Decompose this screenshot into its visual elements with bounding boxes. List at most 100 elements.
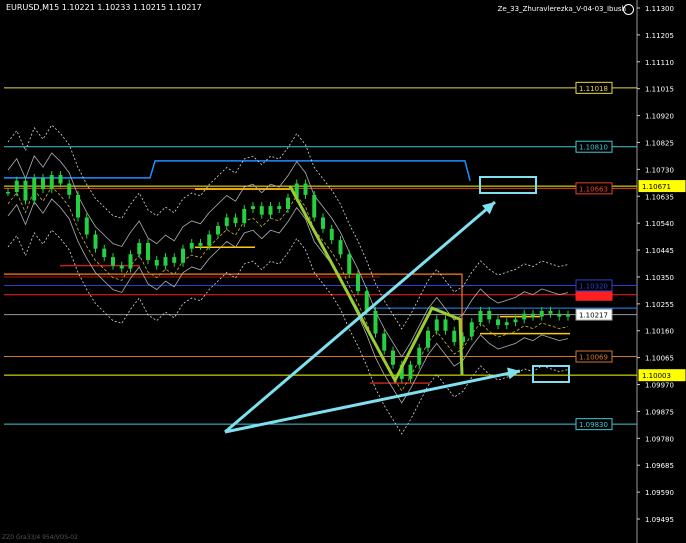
y-tick-label: 1.09685 (645, 462, 674, 470)
y-tick-label: 1.10350 (645, 274, 674, 282)
candle-body (251, 206, 255, 210)
candle-body (111, 257, 115, 266)
candle-body (189, 242, 194, 249)
y-tick-label: 1.10160 (645, 328, 674, 336)
candle-body (417, 347, 422, 365)
candle-body (303, 183, 308, 195)
symbol-info: EURUSD,M15 1.10221 1.10233 1.10215 1.102… (6, 3, 202, 12)
candle-body (277, 206, 282, 210)
candle-body (49, 175, 54, 190)
candle-body (119, 265, 124, 269)
level-label: 1.10287 (579, 292, 608, 300)
candle-body (329, 228, 334, 241)
candle-body (496, 319, 500, 326)
candle-body (154, 259, 159, 266)
y-tick-label: 1.10825 (645, 139, 674, 147)
candle-body (128, 254, 133, 269)
level-label: 1.11018 (579, 85, 608, 93)
candle-body (548, 310, 553, 314)
level-label: 1.10003 (642, 372, 671, 380)
candle-body (137, 242, 142, 255)
candle-body (557, 313, 562, 317)
candle-body (434, 319, 439, 331)
candle-body (539, 310, 544, 317)
y-tick-label: 1.10445 (645, 247, 674, 255)
candle-body (356, 274, 360, 292)
y-tick-label: 1.10730 (645, 166, 674, 174)
candle-body (84, 217, 89, 235)
y-tick-label: 1.09590 (645, 489, 674, 497)
y-tick-label: 1.09780 (645, 435, 674, 443)
candle-body (566, 314, 570, 317)
candle-body (242, 209, 247, 224)
candle-body (391, 350, 395, 365)
candle-body (198, 242, 203, 246)
candle-body (321, 217, 325, 229)
smiley-icon (623, 4, 634, 15)
candle-body (487, 310, 492, 320)
level-label: 1.10069 (579, 353, 608, 361)
y-tick-label: 1.11110 (645, 59, 674, 67)
candle-body (364, 291, 369, 311)
y-tick-label: 1.09875 (645, 408, 674, 416)
level-label: 1.10671 (642, 183, 671, 191)
y-tick-label: 1.11015 (645, 86, 674, 94)
level-label: 1.10663 (579, 185, 608, 193)
target-box-upper (479, 176, 537, 194)
candle-body (452, 330, 457, 343)
candle-body (522, 313, 527, 320)
band-outer-lower (7, 229, 569, 435)
candle-body (513, 319, 518, 323)
candle-body (347, 254, 352, 275)
price-chart[interactable]: 1.11300 1.11205 1.11110 1.11015 1.10920 1.108… (0, 0, 686, 543)
candle-body (504, 322, 509, 326)
level-label: 1.10810 (579, 144, 608, 152)
candle-body (382, 333, 387, 351)
candle-body (163, 257, 168, 266)
candle-body (224, 217, 229, 226)
candle-body (478, 310, 483, 323)
y-tick-label: 1.10255 (645, 301, 674, 309)
arrow-lower-head (507, 367, 520, 380)
footer-text: ZZ0 Gra33/4 954/VOS-02 (2, 534, 78, 541)
y-tick-label: 1.10065 (645, 355, 674, 363)
level-label: 1.10320 (579, 282, 608, 290)
candle-body (146, 242, 150, 260)
candle-body (216, 225, 220, 235)
y-tick-label: 1.09495 (645, 516, 674, 524)
candle-body (233, 217, 238, 224)
candle-body (443, 319, 448, 331)
candle-body (181, 248, 185, 263)
candle-body (14, 180, 19, 193)
band-lower (7, 198, 569, 404)
candle-body (531, 313, 535, 317)
y-tick-label: 1.11205 (645, 32, 674, 40)
candle-body (408, 364, 413, 379)
y-tick-label: 1.10540 (645, 220, 674, 228)
candle-body (172, 257, 177, 263)
candle-body (259, 206, 264, 215)
channel-upper (4, 160, 471, 181)
candle-body (286, 197, 290, 210)
candle-body (469, 322, 474, 337)
y-tick-label: 1.10920 (645, 113, 674, 121)
candle-body (373, 310, 378, 334)
candle-body (207, 234, 212, 246)
candle-body (6, 192, 10, 194)
y-tick-label: 1.11300 (645, 5, 674, 13)
y-tick-label: 1.10635 (645, 193, 674, 201)
candle-body (23, 180, 28, 201)
indicator-title: Ze_33_Zhuravlerezka_V-04-03_Ibush (497, 5, 626, 13)
arrow-lower (224, 369, 521, 434)
candle-body (426, 330, 430, 348)
level-label: 1.10217 (579, 312, 608, 320)
y-tick-label: 1.09970 (645, 382, 674, 390)
candle-body (32, 177, 37, 201)
level-label: 1.09830 (579, 421, 608, 429)
candle-body (102, 248, 107, 258)
envelope-line (7, 186, 569, 392)
candle-body (76, 194, 80, 218)
candle-body (268, 206, 273, 215)
candle-body (312, 194, 317, 218)
candle-body (93, 234, 98, 249)
